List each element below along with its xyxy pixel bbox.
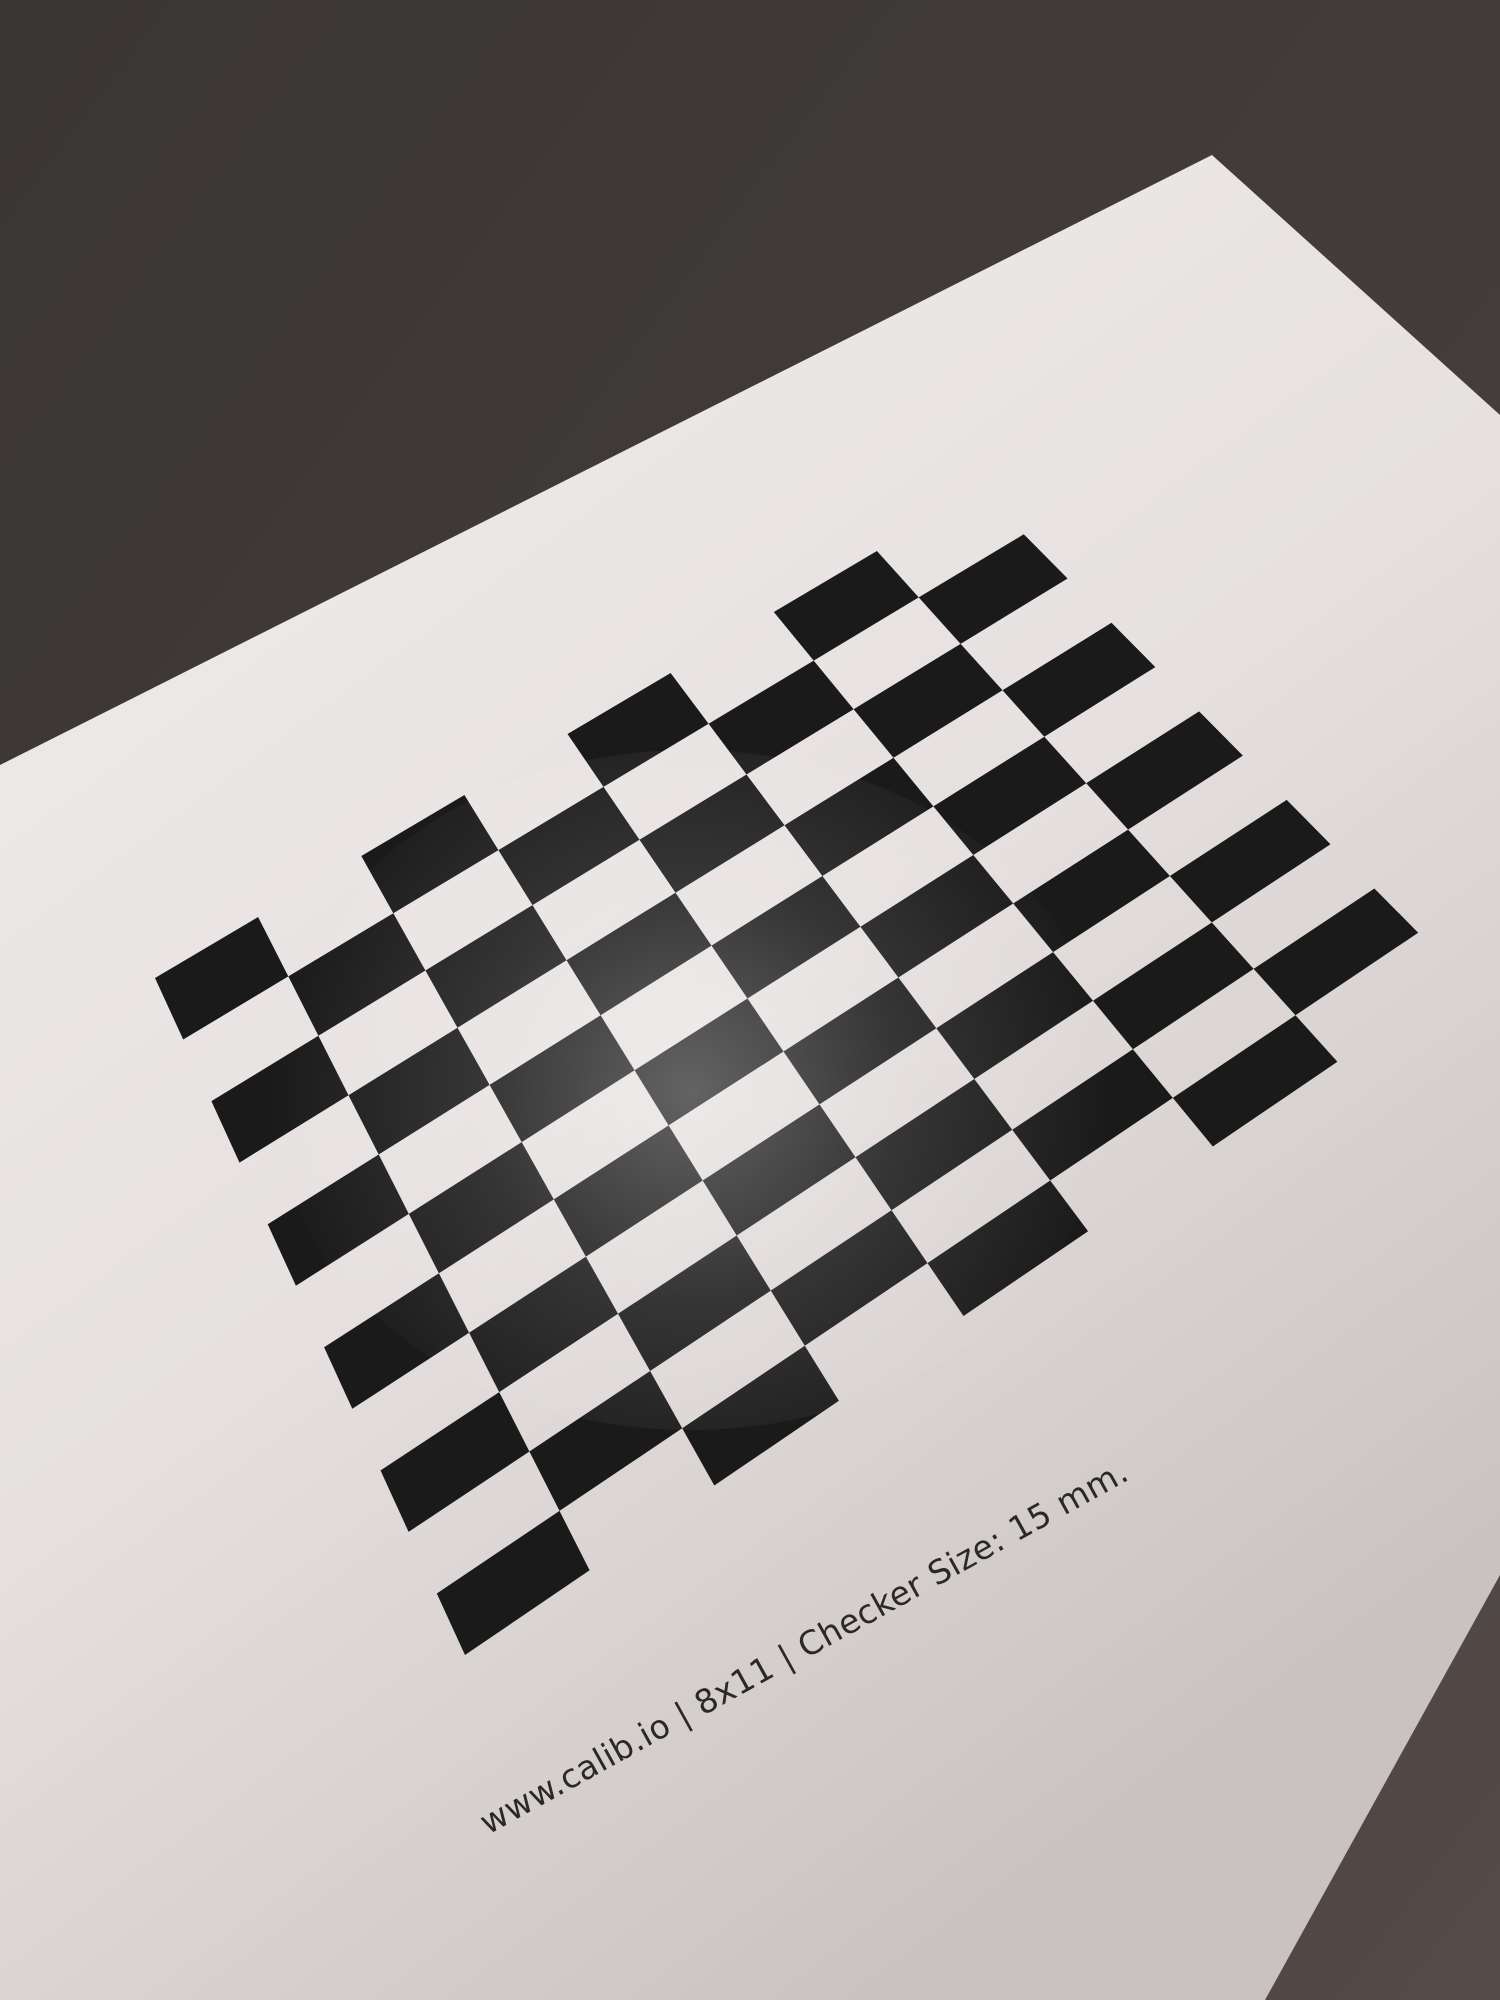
light-glare	[270, 750, 1110, 1430]
photo-scene: www.calib.io | 8x11 | Checker Size: 15 m…	[0, 0, 1500, 2000]
